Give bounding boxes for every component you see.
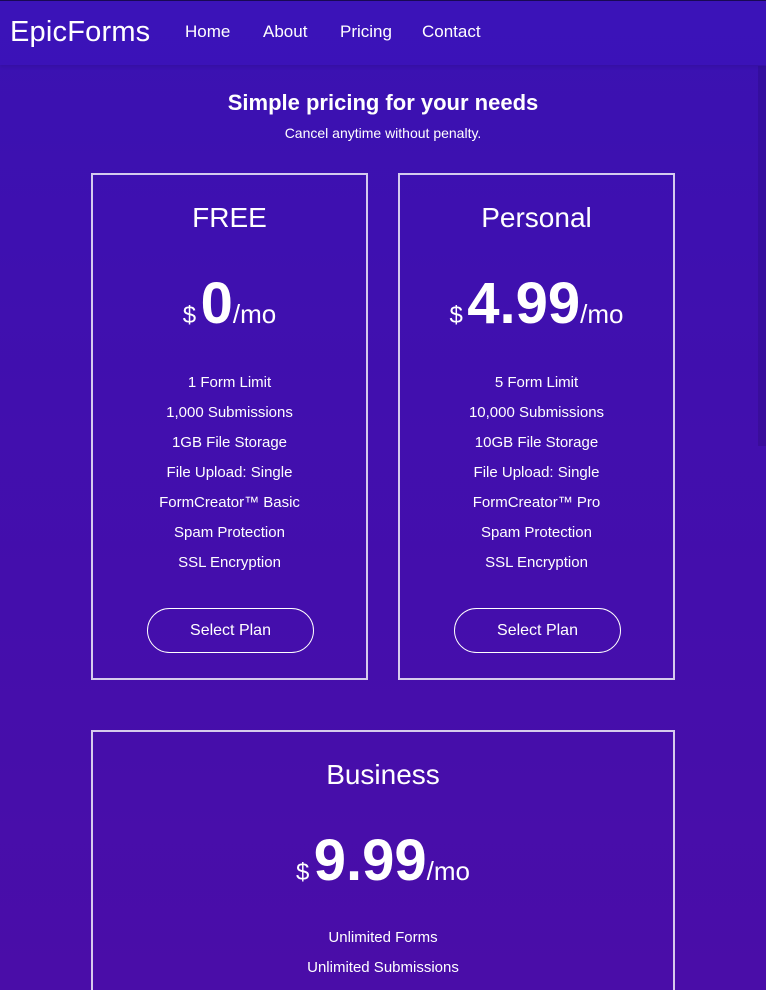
feature-item: SSL Encryption (178, 554, 281, 571)
feature-item: 1GB File Storage (171, 434, 288, 451)
price-period: /mo (232, 299, 277, 329)
price-amount: 9.99 (313, 828, 427, 893)
price-amount: 4.99 (467, 271, 581, 336)
feature-item: 5 Form Limit (494, 374, 579, 391)
nav-link-pricing[interactable]: Pricing (340, 21, 392, 43)
plan-price: $ 9.99/mo (93, 828, 673, 909)
plan-name: Personal (481, 202, 592, 233)
price-period: /mo (426, 856, 471, 886)
price-period: /mo (580, 299, 624, 329)
nav-link-about[interactable]: About (263, 21, 307, 43)
brand-logo[interactable]: EpicForms (10, 15, 150, 49)
feature-item: File Upload: Single (166, 464, 293, 481)
plan-card-personal: Personal $ 4.99/mo 5 Form Limit 10,000 S… (398, 173, 675, 680)
feature-list: Unlimited Forms Unlimited Submissions (93, 923, 673, 983)
feature-item: FormCreator™ Basic (159, 494, 300, 511)
plan-price: $ 4.99/mo (400, 271, 673, 352)
feature-item: Spam Protection (174, 524, 285, 541)
feature-item: 1,000 Submissions (166, 404, 293, 421)
select-plan-button-free[interactable]: Select Plan (147, 608, 314, 653)
page-subtitle: Cancel anytime without penalty. (284, 125, 482, 141)
feature-item: 10,000 Submissions (468, 404, 605, 421)
feature-item: Spam Protection (481, 524, 592, 541)
feature-item: Unlimited Forms (328, 929, 438, 946)
nav-link-home[interactable]: Home (185, 21, 230, 43)
plan-name: FREE (192, 202, 267, 233)
plan-card-free: FREE $ 0/mo 1 Form Limit 1,000 Submissio… (91, 173, 368, 680)
page-title: Simple pricing for your needs (227, 90, 539, 115)
price-amount: 0 (200, 271, 233, 336)
plan-price: $ 0/mo (93, 271, 366, 352)
select-plan-button-personal[interactable]: Select Plan (454, 608, 621, 653)
feature-list: 1 Form Limit 1,000 Submissions 1GB File … (93, 368, 366, 578)
price-currency: $ (182, 302, 197, 329)
price-currency: $ (295, 859, 310, 886)
feature-item: Unlimited Submissions (307, 959, 459, 976)
plan-name: Business (326, 759, 440, 790)
feature-item: 1 Form Limit (187, 374, 272, 391)
feature-item: FormCreator™ Pro (472, 494, 601, 511)
feature-list: 5 Form Limit 10,000 Submissions 10GB Fil… (400, 368, 673, 578)
price-currency: $ (449, 302, 463, 329)
nav-link-contact[interactable]: Contact (422, 21, 481, 43)
plan-card-business: Business $ 9.99/mo Unlimited Forms Unlim… (91, 730, 675, 990)
navbar: EpicForms Home About Pricing Contact (0, 1, 766, 65)
feature-item: File Upload: Single (473, 464, 600, 481)
scrollbar-thumb[interactable] (758, 66, 766, 446)
feature-item: SSL Encryption (485, 554, 588, 571)
feature-item: 10GB File Storage (474, 434, 599, 451)
